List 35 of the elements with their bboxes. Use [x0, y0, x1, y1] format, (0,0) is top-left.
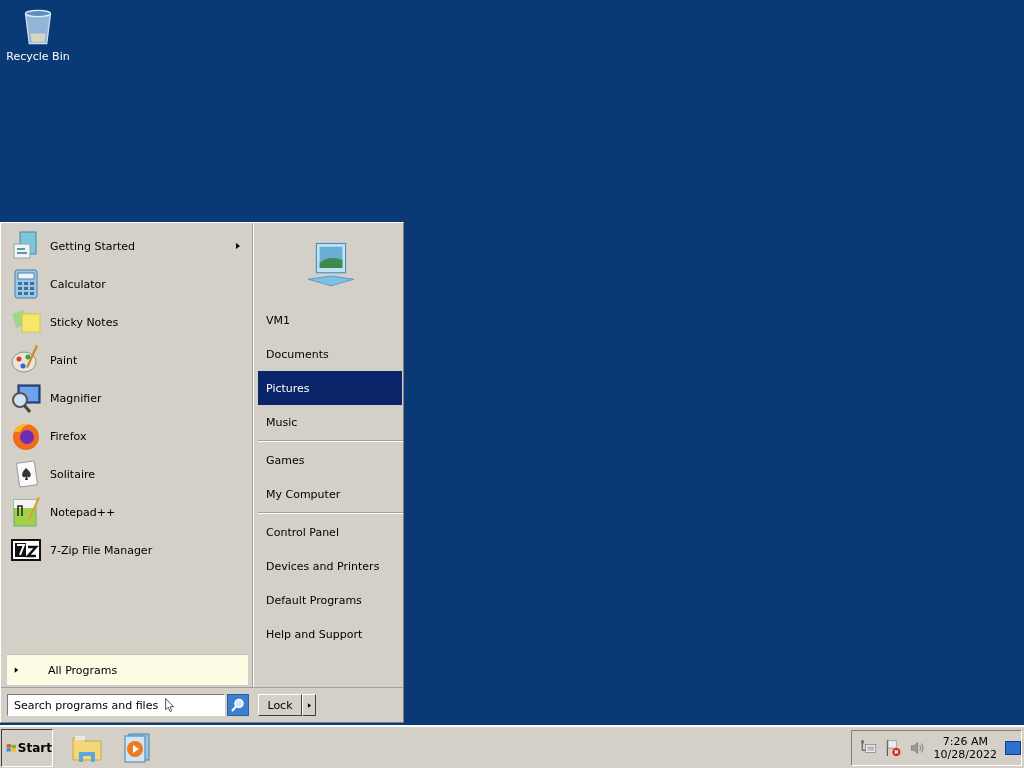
- start-button[interactable]: Start: [1, 728, 53, 767]
- program-item[interactable]: Sticky Notes: [7, 303, 248, 341]
- place-item[interactable]: Devices and Printers: [258, 549, 402, 583]
- place-item[interactable]: VM1: [258, 303, 402, 337]
- place-item[interactable]: Games: [258, 443, 402, 477]
- expand-arrow-icon: [13, 665, 20, 675]
- place-item[interactable]: Documents: [258, 337, 402, 371]
- place-item[interactable]: Default Programs: [258, 583, 402, 617]
- media-player-icon: [121, 731, 153, 764]
- program-item[interactable]: Notepad++: [7, 493, 248, 531]
- place-item[interactable]: My Computer: [258, 477, 402, 511]
- magnifier-icon: [10, 382, 42, 414]
- place-item[interactable]: Pictures: [258, 371, 402, 405]
- notepad-icon: [10, 496, 42, 528]
- place-item[interactable]: Music: [258, 405, 402, 439]
- program-item[interactable]: 7-Zip File Manager: [7, 531, 248, 569]
- place-item[interactable]: Control Panel: [258, 515, 402, 549]
- program-item[interactable]: Paint: [7, 341, 248, 379]
- program-item[interactable]: Calculator: [7, 265, 248, 303]
- all-programs-item[interactable]: All Programs: [7, 654, 248, 685]
- place-item[interactable]: Help and Support: [258, 617, 402, 651]
- mouse-pointer-icon: [163, 695, 177, 715]
- program-item[interactable]: Solitaire: [7, 455, 248, 493]
- show-desktop-button[interactable]: [1005, 740, 1021, 755]
- search-button[interactable]: [227, 694, 249, 716]
- program-item[interactable]: Firefox: [7, 417, 248, 455]
- program-item[interactable]: Magnifier: [7, 379, 248, 417]
- options-button[interactable]: [302, 694, 316, 716]
- search-icon: [230, 697, 246, 713]
- search-field[interactable]: Search programs and files: [7, 694, 225, 716]
- submenu-arrow-icon: [234, 241, 242, 251]
- lock-button[interactable]: Lock: [258, 694, 302, 716]
- clock[interactable]: 7:26 AM 10/28/2022: [931, 734, 999, 761]
- desktop-shortcut[interactable]: Recycle Bin: [4, 6, 72, 63]
- program-item[interactable]: Getting Started: [7, 227, 248, 265]
